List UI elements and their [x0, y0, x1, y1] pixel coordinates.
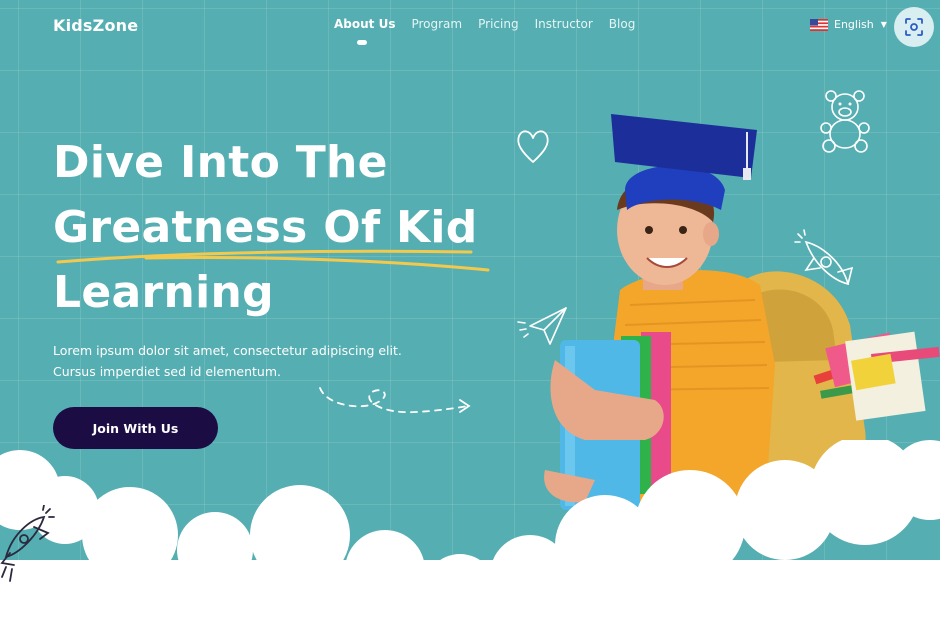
flag-us-icon [810, 18, 828, 31]
title-underline-stroke [56, 249, 490, 272]
chevron-down-icon: ▼ [880, 20, 887, 29]
language-selector[interactable]: English ▼ [810, 18, 887, 31]
nav-item-about-us[interactable]: About Us [334, 17, 395, 31]
scan-icon [905, 18, 923, 36]
cloud-layer-decoration [0, 440, 940, 619]
logo[interactable]: KidsZone [53, 16, 138, 35]
rocket-doodle-bottom-icon [0, 505, 55, 582]
language-label: English [834, 18, 874, 31]
nav-item-instructor[interactable]: Instructor [535, 17, 593, 31]
dashed-arrow-doodle-icon [319, 387, 471, 414]
scan-button[interactable] [894, 7, 934, 47]
hero-description: Lorem ipsum dolor sit amet, consectetur … [53, 340, 453, 382]
nav-item-program[interactable]: Program [411, 17, 462, 31]
hero-description-line-1: Lorem ipsum dolor sit amet, consectetur … [53, 343, 402, 358]
nav-item-blog[interactable]: Blog [609, 17, 636, 31]
main-nav: About Us Program Pricing Instructor Blog [334, 17, 651, 31]
active-nav-indicator [357, 40, 367, 45]
hero-title: Dive Into The Greatness Of Kid Learning [53, 130, 523, 325]
nav-item-pricing[interactable]: Pricing [478, 17, 518, 31]
landing-page: KidsZone About Us Program Pricing Instru… [0, 0, 940, 619]
hero-title-line-1: Dive Into The [53, 137, 388, 188]
hero-description-line-2: Cursus imperdiet sed id elementum. [53, 364, 281, 379]
